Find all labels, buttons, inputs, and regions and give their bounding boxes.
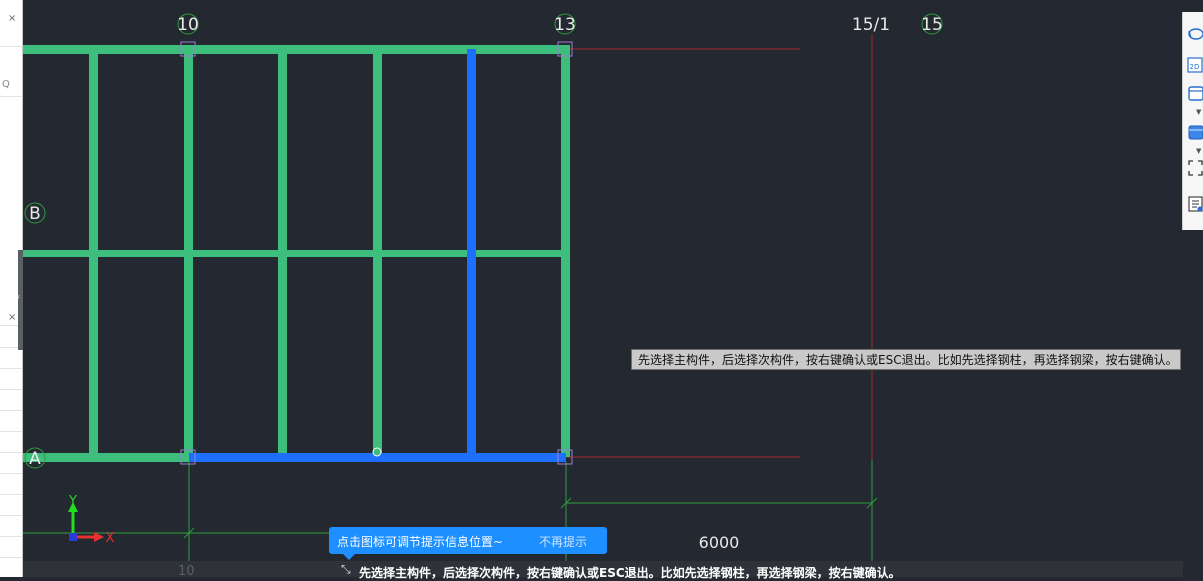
axis-label-13: 13 [554,15,576,35]
tip-text: 点击图标可调节提示信息位置~ [337,535,504,549]
axis-label-b: B [29,204,41,224]
svg-text:2D: 2D [1190,63,1200,71]
axis-label-15: 15 [921,15,943,35]
panel-list-row[interactable] [0,389,22,390]
view-rotate-icon[interactable] [1187,25,1203,43]
column-11[interactable] [278,54,287,457]
property-list-icon[interactable] [1187,195,1203,213]
axis-label-10: 10 [177,15,199,35]
ucs-y-label: Y [68,494,77,509]
tip-pointer [343,554,355,560]
column-10[interactable] [184,54,193,457]
prompt-position-icon[interactable]: ⤡ [341,562,351,577]
panel-list-row[interactable] [0,431,22,432]
snap-point-icon [372,447,382,457]
panel-divider [0,96,22,97]
dropdown-arrow-icon[interactable]: ▼ [1196,147,1201,155]
panel-divider [0,46,22,47]
panel-close-icon[interactable]: × [8,14,16,24]
status-bar: 10 ⤡ 先选择主构件，后选择次构件，按右键确认或ESC退出。比如先选择钢柱，再… [23,561,1183,580]
panel-list-row[interactable] [0,557,22,558]
beam-bottom-left[interactable] [23,453,193,462]
dropdown-arrow-icon[interactable]: ▼ [1196,108,1201,116]
dimension-label: 6000 [699,533,740,552]
2d-view-icon[interactable]: 2D [1187,56,1203,74]
beam-middle[interactable] [23,250,566,257]
ucs-x-label: X [106,531,115,546]
left-side-panel: × Q × ‹ [0,0,23,577]
box-view-icon[interactable] [1187,84,1203,102]
panel-list-row[interactable] [0,494,22,495]
solid-view-icon[interactable] [1187,123,1203,141]
panel-list-row[interactable] [0,452,22,453]
search-icon[interactable]: Q [2,79,10,90]
panel-list-row[interactable] [0,515,22,516]
command-hint-box: 先选择主构件，后选择次构件，按右键确认或ESC退出。比如先选择钢柱，再选择钢梁，… [631,349,1181,370]
select-frame-icon[interactable] [1187,159,1203,177]
beam-top[interactable] [23,45,570,54]
column-13[interactable] [561,54,570,457]
axis-label-a: A [29,449,41,469]
chevron-left-icon: ‹ [17,292,21,301]
status-prompt-text: 先选择主构件，后选择次构件，按右键确认或ESC退出。比如先选择钢柱，再选择钢梁，… [359,566,901,580]
column-12[interactable] [373,54,382,457]
panel-list-row[interactable] [0,536,22,537]
panel-close-icon[interactable]: × [8,313,16,323]
cad-canvas[interactable]: 10 13 15/1 15 B A 6000 Y X [23,12,1183,577]
dont-show-again-link[interactable]: 不再提示 [539,533,587,550]
column-9[interactable] [89,54,98,457]
axis-label-15-1: 15/1 [852,15,890,35]
canvas-background [23,12,1183,577]
tip-popup[interactable]: 点击图标可调节提示信息位置~ 不再提示 [329,527,607,560]
panel-list-row[interactable] [0,473,22,474]
selected-column[interactable] [467,49,476,457]
panel-list-row[interactable] [0,368,22,369]
panel-list-row[interactable] [0,410,22,411]
view-toolbar: 2D ▼ ▼ [1182,12,1203,230]
